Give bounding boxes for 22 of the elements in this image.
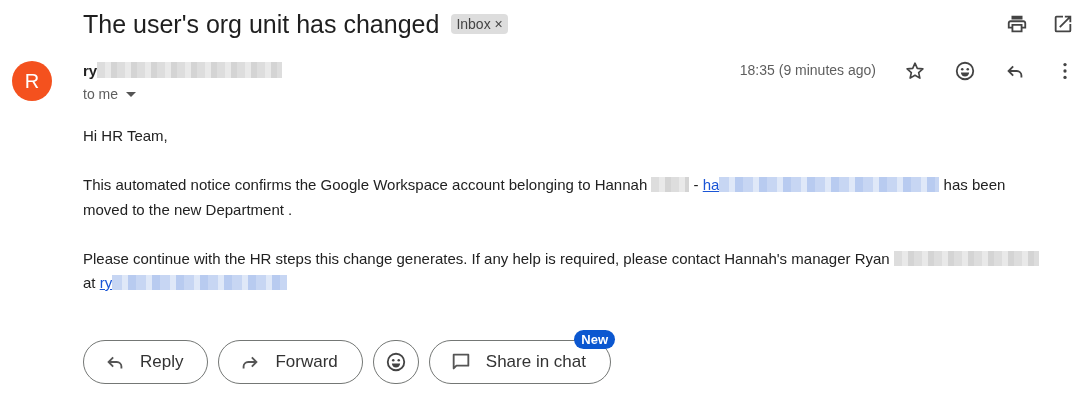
- body-paragraph: Please continue with the HR steps this change generates. If any help is required, please contact Hannah's manager Ryan at ry: [83, 246, 1050, 296]
- forward-button[interactable]: Forward: [218, 340, 363, 384]
- emoji-reaction-button[interactable]: [372, 340, 419, 384]
- reply-button[interactable]: Reply: [83, 340, 209, 384]
- inbox-label[interactable]: Inbox ×: [451, 14, 508, 34]
- open-in-new-window-icon[interactable]: [1052, 13, 1074, 35]
- redaction-mark: [651, 177, 690, 192]
- caret-icon[interactable]: [126, 91, 136, 97]
- email-link[interactable]: ha: [702, 176, 720, 193]
- body-paragraph: Hi HR Team,: [83, 126, 169, 146]
- recipient-text: to me: [83, 86, 118, 102]
- sender-name: ry: [83, 61, 98, 79]
- email-subject: The user's org unit has changed: [83, 9, 440, 39]
- timestamp: 18:35 (9 minutes ago): [739, 62, 876, 78]
- email-link[interactable]: ry: [99, 274, 113, 291]
- smiley-icon[interactable]: [954, 60, 976, 82]
- new-badge: New: [574, 330, 615, 349]
- smiley-icon: [384, 351, 407, 373]
- body-paragraph: This automated notice confirms the Google Workspace account belonging to Hannah - ha has been moved to the new Department .: [83, 175, 1007, 220]
- star-icon[interactable]: [904, 60, 926, 82]
- print-icon[interactable]: [1006, 13, 1028, 35]
- sender-avatar: R: [12, 61, 52, 101]
